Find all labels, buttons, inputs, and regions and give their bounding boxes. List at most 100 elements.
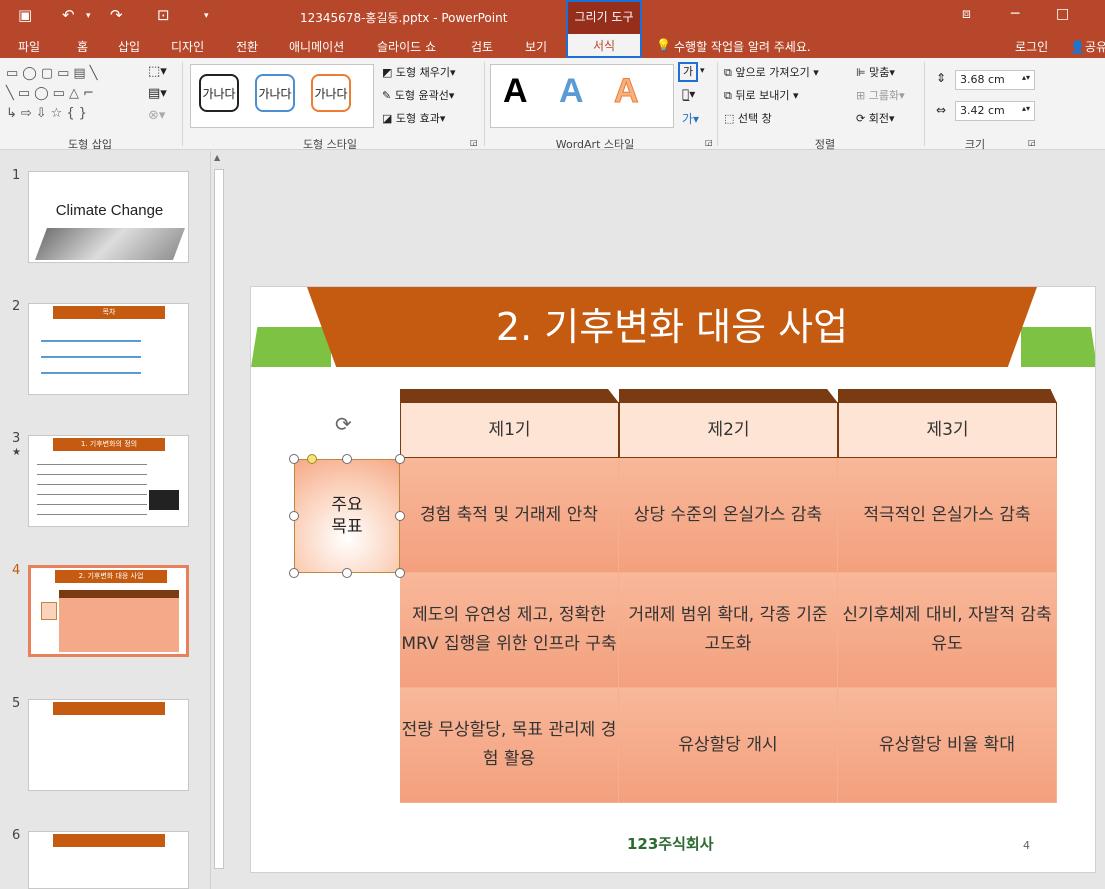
share-button[interactable]: 👤공유 <box>1070 38 1105 55</box>
group-icon: ⊞ <box>856 89 866 102</box>
selection-pane-label: 선택 창 <box>737 112 772 125</box>
wordart-style-3[interactable]: A <box>614 72 640 111</box>
presenter-icon[interactable]: ⊡ <box>157 6 170 24</box>
undo-dropdown-icon[interactable]: ▾ <box>86 11 91 21</box>
text-effects-icon[interactable]: 가▾ <box>682 110 699 127</box>
tab-design[interactable]: 디자인 <box>171 38 204 55</box>
menu-bar: 파일 홈 삽입 디자인 전환 애니메이션 슬라이드 쇼 검토 보기 서식 💡 수… <box>0 34 1105 58</box>
text-fill-button[interactable]: 가 <box>678 62 698 82</box>
wordart-style-1[interactable]: A <box>503 72 528 111</box>
redo-icon[interactable]: ↷ <box>110 6 123 24</box>
shape-outline-button[interactable]: ✎ 도형 윤곽선▾ <box>382 87 454 103</box>
tab-slideshow[interactable]: 슬라이드 쇼 <box>377 38 436 55</box>
resize-handle[interactable] <box>395 511 405 521</box>
selection-pane-button[interactable]: ⬚ 선택 창 <box>724 110 772 126</box>
slide-thumbnail-1[interactable]: Climate Change <box>28 171 189 263</box>
divider <box>484 62 485 146</box>
ribbon-display-icon[interactable]: ⧈ <box>962 6 971 22</box>
table-cell[interactable]: 제도의 유연성 제고, 정확한 MRV 집행을 위한 인프라 구축 <box>400 573 619 688</box>
spinner-icon[interactable]: ▴▾ <box>1022 73 1030 82</box>
shape-outline-label: 도형 윤곽선 <box>394 89 449 102</box>
shape-style-3[interactable]: 가나다 <box>311 74 351 112</box>
rotate-button[interactable]: ⟳ 회전▾ <box>856 110 895 126</box>
key-goal-shape[interactable]: 주요 목표 <box>294 459 400 573</box>
edit-shape-icon[interactable]: ⬚▾ <box>148 64 167 79</box>
shape-style-1[interactable]: 가나다 <box>199 74 239 112</box>
rotate-handle-icon[interactable]: ⟳ <box>335 412 352 436</box>
slide-canvas[interactable]: 2. 기후변화 대응 사업 제1기 제2기 제3기 경험 축적 및 거래제 안착… <box>250 286 1096 873</box>
login-link[interactable]: 로그인 <box>1015 38 1048 55</box>
text-outline-icon[interactable]: 가̲▾ <box>682 87 695 101</box>
width-input[interactable]: 3.42 cm ▴▾ <box>955 101 1035 121</box>
slide-number: 2 <box>12 299 21 314</box>
resize-handle[interactable] <box>342 568 352 578</box>
table-header-period-1[interactable]: 제1기 <box>400 402 619 458</box>
lightbulb-icon: 💡 <box>656 38 671 52</box>
table-header-period-2[interactable]: 제2기 <box>619 402 838 458</box>
shape-fill-label: 도형 채우기 <box>395 66 451 79</box>
wordart-style-2[interactable]: A <box>559 72 584 111</box>
adjust-handle[interactable] <box>307 454 317 464</box>
tab-format[interactable]: 서식 <box>567 34 641 58</box>
resize-handle[interactable] <box>342 454 352 464</box>
merge-shapes-icon[interactable]: ⊗▾ <box>148 108 165 123</box>
slide-thumbnail-3[interactable]: 1. 기후변화의 정의 <box>28 435 189 527</box>
scroll-up-icon[interactable]: ▲ <box>214 153 220 162</box>
tab-insert[interactable]: 삽입 <box>118 38 140 55</box>
shapes-gallery[interactable]: ▭◯▢▭▤╲ ╲▭◯▭△⌐ ↳⇨⇩☆{} <box>6 64 136 130</box>
table-cell[interactable]: 적극적인 온실가스 감축 <box>838 458 1057 573</box>
maximize-icon[interactable]: □ <box>1056 6 1069 22</box>
table-cell[interactable]: 유상할당 비율 확대 <box>838 688 1057 803</box>
table-cell[interactable]: 상당 수준의 온실가스 감축 <box>619 458 838 573</box>
spinner-icon[interactable]: ▴▾ <box>1022 104 1030 113</box>
resize-handle[interactable] <box>289 568 299 578</box>
key-goal-line2: 목표 <box>331 517 363 537</box>
tab-review[interactable]: 검토 <box>471 38 493 55</box>
dialog-launcher-icon[interactable]: ◲ <box>470 138 478 147</box>
table-cell[interactable]: 유상할당 개시 <box>619 688 838 803</box>
table-cell[interactable]: 전량 무상할당, 목표 관리제 경험 활용 <box>400 688 619 803</box>
slide-thumbnail-4[interactable]: 2. 기후변화 대응 사업 <box>28 565 189 657</box>
slide-title[interactable]: 2. 기후변화 대응 사업 <box>307 287 1037 367</box>
group-button[interactable]: ⊞ 그룹화▾ <box>856 87 905 103</box>
slide-thumbnail-2[interactable]: 목차 <box>28 303 189 395</box>
tab-file[interactable]: 파일 <box>18 38 40 55</box>
dialog-launcher-icon[interactable]: ◲ <box>705 138 713 147</box>
save-icon[interactable]: ▣ <box>18 6 32 24</box>
tab-view[interactable]: 보기 <box>525 38 547 55</box>
resize-handle[interactable] <box>395 568 405 578</box>
dialog-launcher-icon[interactable]: ◲ <box>1028 138 1036 147</box>
table-header-period-3[interactable]: 제3기 <box>838 402 1057 458</box>
customize-qat-icon[interactable]: ▾ <box>204 11 209 21</box>
tell-me-input[interactable]: 수행할 작업을 알려 주세요. <box>674 38 811 55</box>
minimize-icon[interactable]: ─ <box>1011 6 1019 22</box>
tab-transitions[interactable]: 전환 <box>236 38 258 55</box>
align-button[interactable]: ⊫ 맞춤▾ <box>856 64 895 80</box>
thumb-title: 2. 기후변화 대응 사업 <box>55 570 167 583</box>
bring-forward-label: 앞으로 가져오기 <box>735 66 810 79</box>
bring-forward-icon: ⧉ <box>724 66 732 79</box>
resize-handle[interactable] <box>289 511 299 521</box>
thumbnail-scrollbar[interactable]: ▲ <box>210 151 227 889</box>
text-box-icon[interactable]: ▤▾ <box>148 86 167 101</box>
bring-forward-button[interactable]: ⧉ 앞으로 가져오기 ▾ <box>724 64 819 80</box>
header-cap <box>400 389 619 403</box>
tab-home[interactable]: 홈 <box>77 38 88 55</box>
tab-animations[interactable]: 애니메이션 <box>289 38 344 55</box>
undo-icon[interactable]: ↶ <box>62 6 75 24</box>
text-fill-dropdown-icon[interactable]: ▾ <box>700 66 705 76</box>
height-icon: ⇕ <box>936 71 947 85</box>
send-backward-button[interactable]: ⧉ 뒤로 보내기 ▾ <box>724 87 799 103</box>
table-cell[interactable]: 신기후체제 대비, 자발적 감축 유도 <box>838 573 1057 688</box>
resize-handle[interactable] <box>289 454 299 464</box>
scroll-thumb[interactable] <box>214 169 224 869</box>
height-input[interactable]: 3.68 cm ▴▾ <box>955 70 1035 90</box>
slide-thumbnail-5[interactable] <box>28 699 189 791</box>
slide-thumbnail-6[interactable] <box>28 831 189 889</box>
table-cell[interactable]: 경험 축적 및 거래제 안착 <box>400 458 619 573</box>
table-cell[interactable]: 거래제 범위 확대, 각종 기준 고도화 <box>619 573 838 688</box>
shape-fill-button[interactable]: ◩ 도형 채우기▾ <box>382 64 456 80</box>
resize-handle[interactable] <box>395 454 405 464</box>
shape-style-2[interactable]: 가나다 <box>255 74 295 112</box>
shape-effects-button[interactable]: ◪ 도형 효과▾ <box>382 110 445 126</box>
